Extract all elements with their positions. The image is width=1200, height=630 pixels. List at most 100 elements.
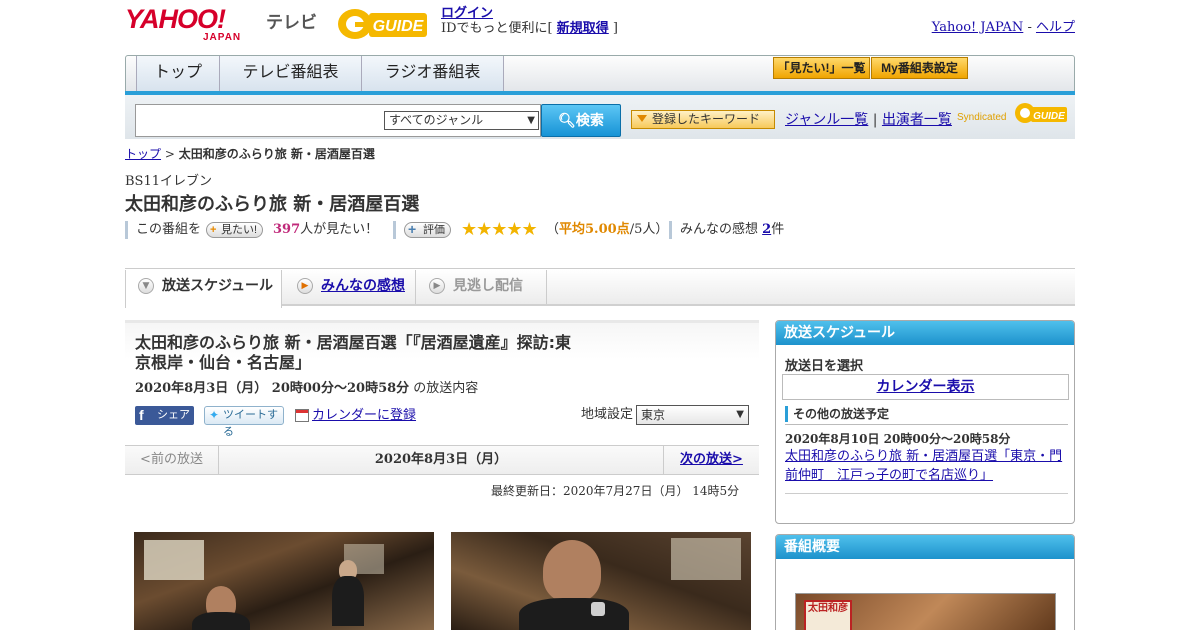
service-name: テレビ — [266, 13, 317, 32]
sidebar-overview: 番組概要 太田和彦 — [775, 534, 1075, 630]
breadcrumb: トップ > 太田和彦のふらり旅 新・居酒屋百選 — [125, 145, 375, 162]
last-updated: 最終更新日：2020年7月27日（月） 14時5分 — [491, 484, 740, 498]
next-broadcast-button[interactable]: 次の放送> — [663, 446, 759, 474]
nav-tab-top[interactable]: トップ — [136, 56, 220, 91]
this-program-label: この番組を — [136, 222, 202, 237]
nav-tab-tv-schedule[interactable]: テレビ番組表 — [220, 56, 362, 91]
tweet-button[interactable]: ✦ ツイートする — [204, 406, 284, 438]
play-icon: ▶ — [429, 278, 445, 294]
yahoo-logo-sub: JAPAN — [203, 32, 242, 43]
search-button[interactable]: 🔍︎検索 — [541, 104, 621, 137]
plus-icon: + — [210, 224, 217, 236]
chevron-down-icon: ▼ — [736, 409, 744, 420]
region-select[interactable]: 東京 ▼ — [636, 405, 749, 425]
channel-name: BS11イレブン — [125, 174, 213, 189]
plus-icon: + — [408, 221, 417, 237]
tab-schedule-label: 放送スケジュール — [162, 278, 274, 294]
want-count-text: 397人が見たい！ — [273, 220, 378, 240]
want-list-button[interactable]: 「見たい!」一覧 — [773, 57, 870, 79]
tab-schedule[interactable]: ▼ 放送スケジュール — [125, 270, 282, 308]
sidebar-schedule: 放送スケジュール 放送日を選択 カレンダー表示 その他の放送予定 2020年8月… — [775, 320, 1075, 524]
other-broadcasts-heading: その他の放送予定 — [785, 405, 1068, 425]
performer-list-link[interactable]: 出演者一覧 — [882, 112, 952, 128]
program-stats: この番組を + 見たい! 397人が見たい！ + 評価 ★★★★★ （平均5.00点… — [125, 220, 825, 240]
rating-open: （ — [546, 222, 560, 237]
episode-photo — [134, 532, 434, 630]
genre-list-link[interactable]: ジャンル一覧 — [785, 112, 868, 128]
help-link[interactable]: ヘルプ — [1036, 20, 1075, 35]
photo-window — [671, 538, 741, 580]
photo-window — [144, 540, 204, 580]
region-label: 地域設定 — [581, 407, 634, 422]
header-links: Yahoo! JAPAN - ヘルプ — [932, 16, 1075, 35]
calendar-register[interactable]: カレンダーに登録 — [295, 406, 416, 425]
rating-button[interactable]: + 評価 — [404, 222, 451, 238]
stat-divider — [125, 221, 128, 239]
search-links: ジャンル一覧 | 出演者一覧 — [785, 109, 952, 129]
calendar-icon — [295, 409, 309, 422]
facebook-share-label: シェア — [157, 409, 190, 421]
rating-stars: ★★★★★ — [461, 219, 538, 240]
photo-person-body — [519, 598, 629, 630]
search-icon: 🔍︎ — [558, 112, 576, 128]
overview-image-sign: 太田和彦 — [804, 600, 852, 630]
broadcast-date-nav: <前の放送 2020年8月3日（月） 次の放送> — [125, 445, 759, 475]
calendar-display[interactable]: カレンダー表示 — [782, 374, 1069, 400]
next-broadcast-link: 次の放送> — [680, 452, 743, 467]
genre-select-value: すべてのジャンル — [389, 113, 484, 127]
impressions-count-link[interactable]: 2 — [762, 222, 771, 237]
gguide-small-logo: GUIDE — [1015, 103, 1067, 123]
header-separator: - — [1023, 20, 1036, 35]
registered-keyword-button[interactable]: 登録したキーワード — [631, 110, 775, 129]
current-broadcast-date: 2020年8月3日（月） — [374, 452, 508, 467]
tab-missed-streaming[interactable]: ▶ 見逃し配信 — [417, 270, 547, 304]
region-setting: 地域設定 東京 ▼ — [581, 405, 749, 425]
play-icon: ▶ — [297, 278, 313, 294]
episode-datetime-line: 2020年8月3日（月） 20時00分～20時58分 の放送内容 — [135, 377, 478, 396]
photo-person-body — [192, 612, 250, 630]
overview-image: 太田和彦 — [795, 593, 1056, 630]
breadcrumb-sep: > — [161, 147, 179, 161]
other-broadcast-date: 2020年8月10日 20時00分～20時58分 — [785, 432, 1011, 446]
want-count: 397 — [273, 222, 301, 237]
calendar-register-link: カレンダーに登録 — [312, 408, 417, 423]
want-button[interactable]: + 見たい! — [206, 222, 264, 238]
chevron-down-icon: ▼ — [527, 115, 535, 126]
dropdown-triangle-icon — [637, 115, 647, 122]
tab-impressions[interactable]: ▶ みんなの感想 — [285, 270, 416, 304]
tab-impressions-label: みんなの感想 — [321, 278, 405, 294]
yahoo-logo[interactable]: YAHOO! JAPAN — [125, 4, 240, 43]
twitter-icon: ✦ — [209, 408, 220, 422]
search-button-label: 検索 — [575, 112, 604, 128]
want-suffix: 人が見たい！ — [300, 222, 379, 237]
content-tabs: ▼ 放送スケジュール ▶ みんなの感想 ▶ 見逃し配信 — [125, 270, 1075, 308]
facebook-share-button[interactable]: f シェア — [135, 406, 194, 425]
breadcrumb-home[interactable]: トップ — [125, 147, 161, 161]
stat-divider — [669, 221, 672, 239]
prev-broadcast-button[interactable]: <前の放送 — [125, 446, 219, 474]
other-broadcast-link[interactable]: 太田和彦のふらり旅 新・居酒屋百選「東京・門前仲町 江戸っ子の町で名店巡り」 — [785, 449, 1062, 483]
impressions-summary: みんなの感想 2件 — [680, 220, 784, 240]
photo-person-body — [332, 576, 364, 626]
rating-people: /5人） — [629, 222, 669, 237]
gguide-logo[interactable]: GUIDE — [335, 6, 433, 42]
photo-sake-cup — [591, 602, 605, 616]
episode-datetime-suffix: の放送内容 — [409, 381, 479, 396]
breadcrumb-current: 太田和彦のふらり旅 新・居酒屋百選 — [178, 147, 375, 161]
login-link[interactable]: ログイン — [441, 6, 493, 21]
sidebar-schedule-heading: 放送スケジュール — [776, 321, 1074, 345]
sidebar-overview-heading: 番組概要 — [776, 535, 1074, 559]
stat-divider — [393, 221, 396, 239]
search-links-divider: | — [868, 112, 882, 128]
tabs-divider — [125, 268, 1075, 269]
my-program-settings-button[interactable]: My番組表設定 — [871, 57, 968, 79]
login-message-suffix: ] — [608, 21, 618, 36]
syndicated-label: Syndicated — [957, 112, 1007, 123]
page-title: 太田和彦のふらり旅 新・居酒屋百選 — [125, 194, 420, 215]
yahoo-japan-link[interactable]: Yahoo! JAPAN — [932, 20, 1024, 35]
register-link[interactable]: 新規取得 — [557, 21, 609, 36]
genre-select[interactable]: すべてのジャンル ▼ — [384, 111, 539, 130]
nav-tab-radio-schedule[interactable]: ラジオ番組表 — [362, 56, 504, 91]
yahoo-logo-text: YAHOO! — [125, 4, 226, 34]
rating-button-label: 評価 — [423, 224, 445, 236]
